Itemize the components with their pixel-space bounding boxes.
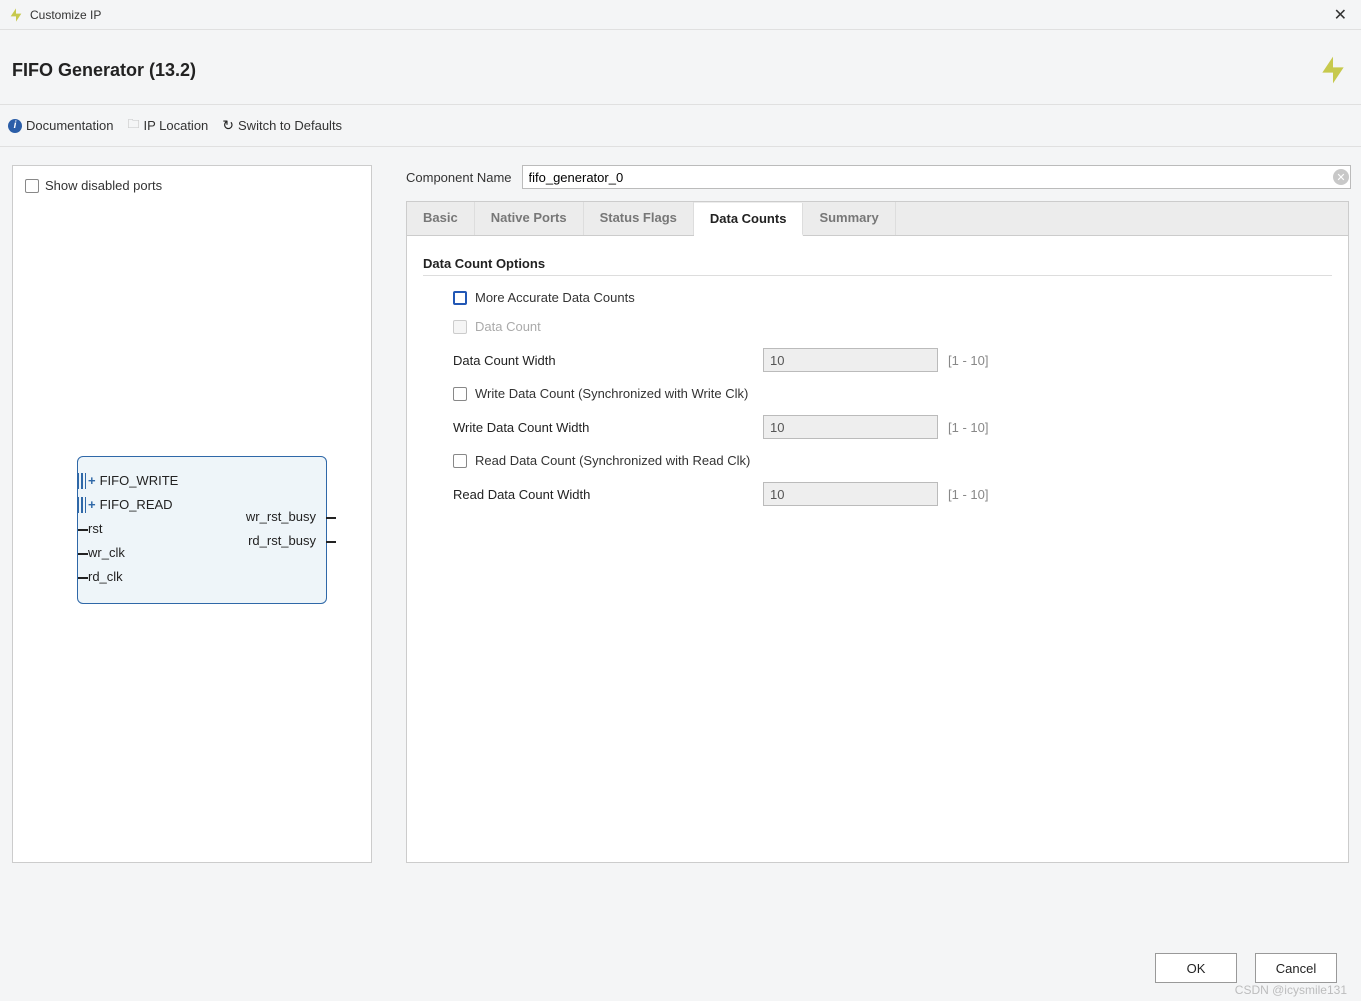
bus-icon xyxy=(78,497,86,513)
info-icon: i xyxy=(8,119,22,133)
port-wr-rst-busy-label: wr_rst_busy xyxy=(246,509,316,524)
more-accurate-data-counts-field: More Accurate Data Counts xyxy=(423,290,1332,305)
port-wr-clk-label: wr_clk xyxy=(88,545,125,560)
data-count-options-title: Data Count Options xyxy=(423,256,1332,276)
tab-basic[interactable]: Basic xyxy=(407,202,475,235)
expand-icon[interactable]: + xyxy=(88,473,96,488)
read-data-count-width-range: [1 - 10] xyxy=(948,487,988,502)
expand-icon[interactable]: + xyxy=(88,497,96,512)
component-name-label: Component Name xyxy=(406,170,512,185)
port-wr-rst-busy: wr_rst_busy xyxy=(246,509,316,524)
component-name-input[interactable] xyxy=(522,165,1352,189)
port-rd-clk: rd_clk xyxy=(88,569,123,584)
port-rst: rst xyxy=(88,521,102,536)
wire-icon xyxy=(326,541,336,543)
show-disabled-ports-label: Show disabled ports xyxy=(45,178,162,193)
tabs: Basic Native Ports Status Flags Data Cou… xyxy=(406,201,1349,235)
tab-status-flags[interactable]: Status Flags xyxy=(584,202,694,235)
more-accurate-label: More Accurate Data Counts xyxy=(475,290,635,305)
show-disabled-ports-option[interactable]: Show disabled ports xyxy=(25,178,359,193)
watermark: CSDN @icysmile131 xyxy=(1235,983,1347,997)
port-rd-rst-busy-label: rd_rst_busy xyxy=(248,533,316,548)
write-data-count-checkbox[interactable] xyxy=(453,387,467,401)
port-fifo-write-label: FIFO_WRITE xyxy=(100,473,179,488)
vivado-logo-large-icon xyxy=(1317,54,1349,86)
port-wr-clk: wr_clk xyxy=(88,545,125,560)
ip-block-symbol: + FIFO_WRITE + FIFO_READ rst wr_clk rd_c… xyxy=(77,456,327,604)
ip-location-link[interactable]: 🗀 IP Location xyxy=(127,115,208,136)
more-accurate-checkbox[interactable] xyxy=(453,291,467,305)
read-data-count-field: Read Data Count (Synchronized with Read … xyxy=(423,453,1332,468)
documentation-link[interactable]: i Documentation xyxy=(8,118,113,133)
close-icon[interactable]: ✕ xyxy=(1328,5,1353,25)
wire-icon xyxy=(78,529,88,531)
switch-defaults-label: Switch to Defaults xyxy=(238,118,342,133)
write-data-count-width-label: Write Data Count Width xyxy=(453,420,763,435)
folder-icon: 🗀 xyxy=(127,115,139,136)
show-disabled-ports-checkbox[interactable] xyxy=(25,179,39,193)
write-data-count-field: Write Data Count (Synchronized with Writ… xyxy=(423,386,1332,401)
vivado-logo-icon xyxy=(8,7,24,23)
wire-icon xyxy=(326,517,336,519)
tab-native-ports[interactable]: Native Ports xyxy=(475,202,584,235)
ip-location-label: IP Location xyxy=(143,118,208,133)
data-count-width-range: [1 - 10] xyxy=(948,353,988,368)
preview-pane: Show disabled ports + FIFO_WRITE + FIFO_… xyxy=(12,165,372,863)
data-count-label: Data Count xyxy=(475,319,785,334)
port-fifo-write: + FIFO_WRITE xyxy=(88,473,178,488)
header: FIFO Generator (13.2) xyxy=(0,30,1361,105)
data-count-width-input xyxy=(763,348,938,372)
wire-icon xyxy=(78,577,88,579)
documentation-label: Documentation xyxy=(26,118,113,133)
port-rst-label: rst xyxy=(88,521,102,536)
bus-icon xyxy=(78,473,86,489)
wire-icon xyxy=(78,553,88,555)
write-data-count-width-input xyxy=(763,415,938,439)
ok-button[interactable]: OK xyxy=(1155,953,1237,983)
cancel-button[interactable]: Cancel xyxy=(1255,953,1337,983)
port-rd-rst-busy: rd_rst_busy xyxy=(248,533,316,548)
page-title: FIFO Generator (13.2) xyxy=(12,60,1317,81)
titlebar: Customize IP ✕ xyxy=(0,0,1361,30)
port-rd-clk-label: rd_clk xyxy=(88,569,123,584)
port-fifo-read-label: FIFO_READ xyxy=(100,497,173,512)
reload-icon: ↻ xyxy=(222,117,234,134)
tab-body-data-counts: Data Count Options More Accurate Data Co… xyxy=(406,235,1349,863)
component-name-row: Component Name ✕ xyxy=(406,165,1349,189)
clear-icon[interactable]: ✕ xyxy=(1333,169,1349,185)
read-data-count-checkbox[interactable] xyxy=(453,454,467,468)
data-count-field: Data Count xyxy=(423,319,1332,334)
tab-summary[interactable]: Summary xyxy=(803,202,895,235)
write-data-count-width-range: [1 - 10] xyxy=(948,420,988,435)
config-pane: Component Name ✕ Basic Native Ports Stat… xyxy=(406,165,1349,863)
tab-data-counts[interactable]: Data Counts xyxy=(694,203,804,236)
main-area: Show disabled ports + FIFO_WRITE + FIFO_… xyxy=(0,147,1361,863)
read-data-count-width-input xyxy=(763,482,938,506)
data-count-width-label: Data Count Width xyxy=(453,353,763,368)
write-data-count-width-field: Write Data Count Width [1 - 10] xyxy=(423,415,1332,439)
data-count-width-field: Data Count Width [1 - 10] xyxy=(423,348,1332,372)
read-data-count-width-label: Read Data Count Width xyxy=(453,487,763,502)
read-data-count-width-field: Read Data Count Width [1 - 10] xyxy=(423,482,1332,506)
toolbar: i Documentation 🗀 IP Location ↻ Switch t… xyxy=(0,105,1361,147)
switch-defaults-link[interactable]: ↻ Switch to Defaults xyxy=(222,117,342,134)
read-data-count-label: Read Data Count (Synchronized with Read … xyxy=(475,453,750,468)
data-count-checkbox xyxy=(453,320,467,334)
write-data-count-label: Write Data Count (Synchronized with Writ… xyxy=(475,386,748,401)
port-fifo-read: + FIFO_READ xyxy=(88,497,173,512)
footer: OK Cancel xyxy=(1155,953,1337,983)
window-title: Customize IP xyxy=(30,8,1328,22)
